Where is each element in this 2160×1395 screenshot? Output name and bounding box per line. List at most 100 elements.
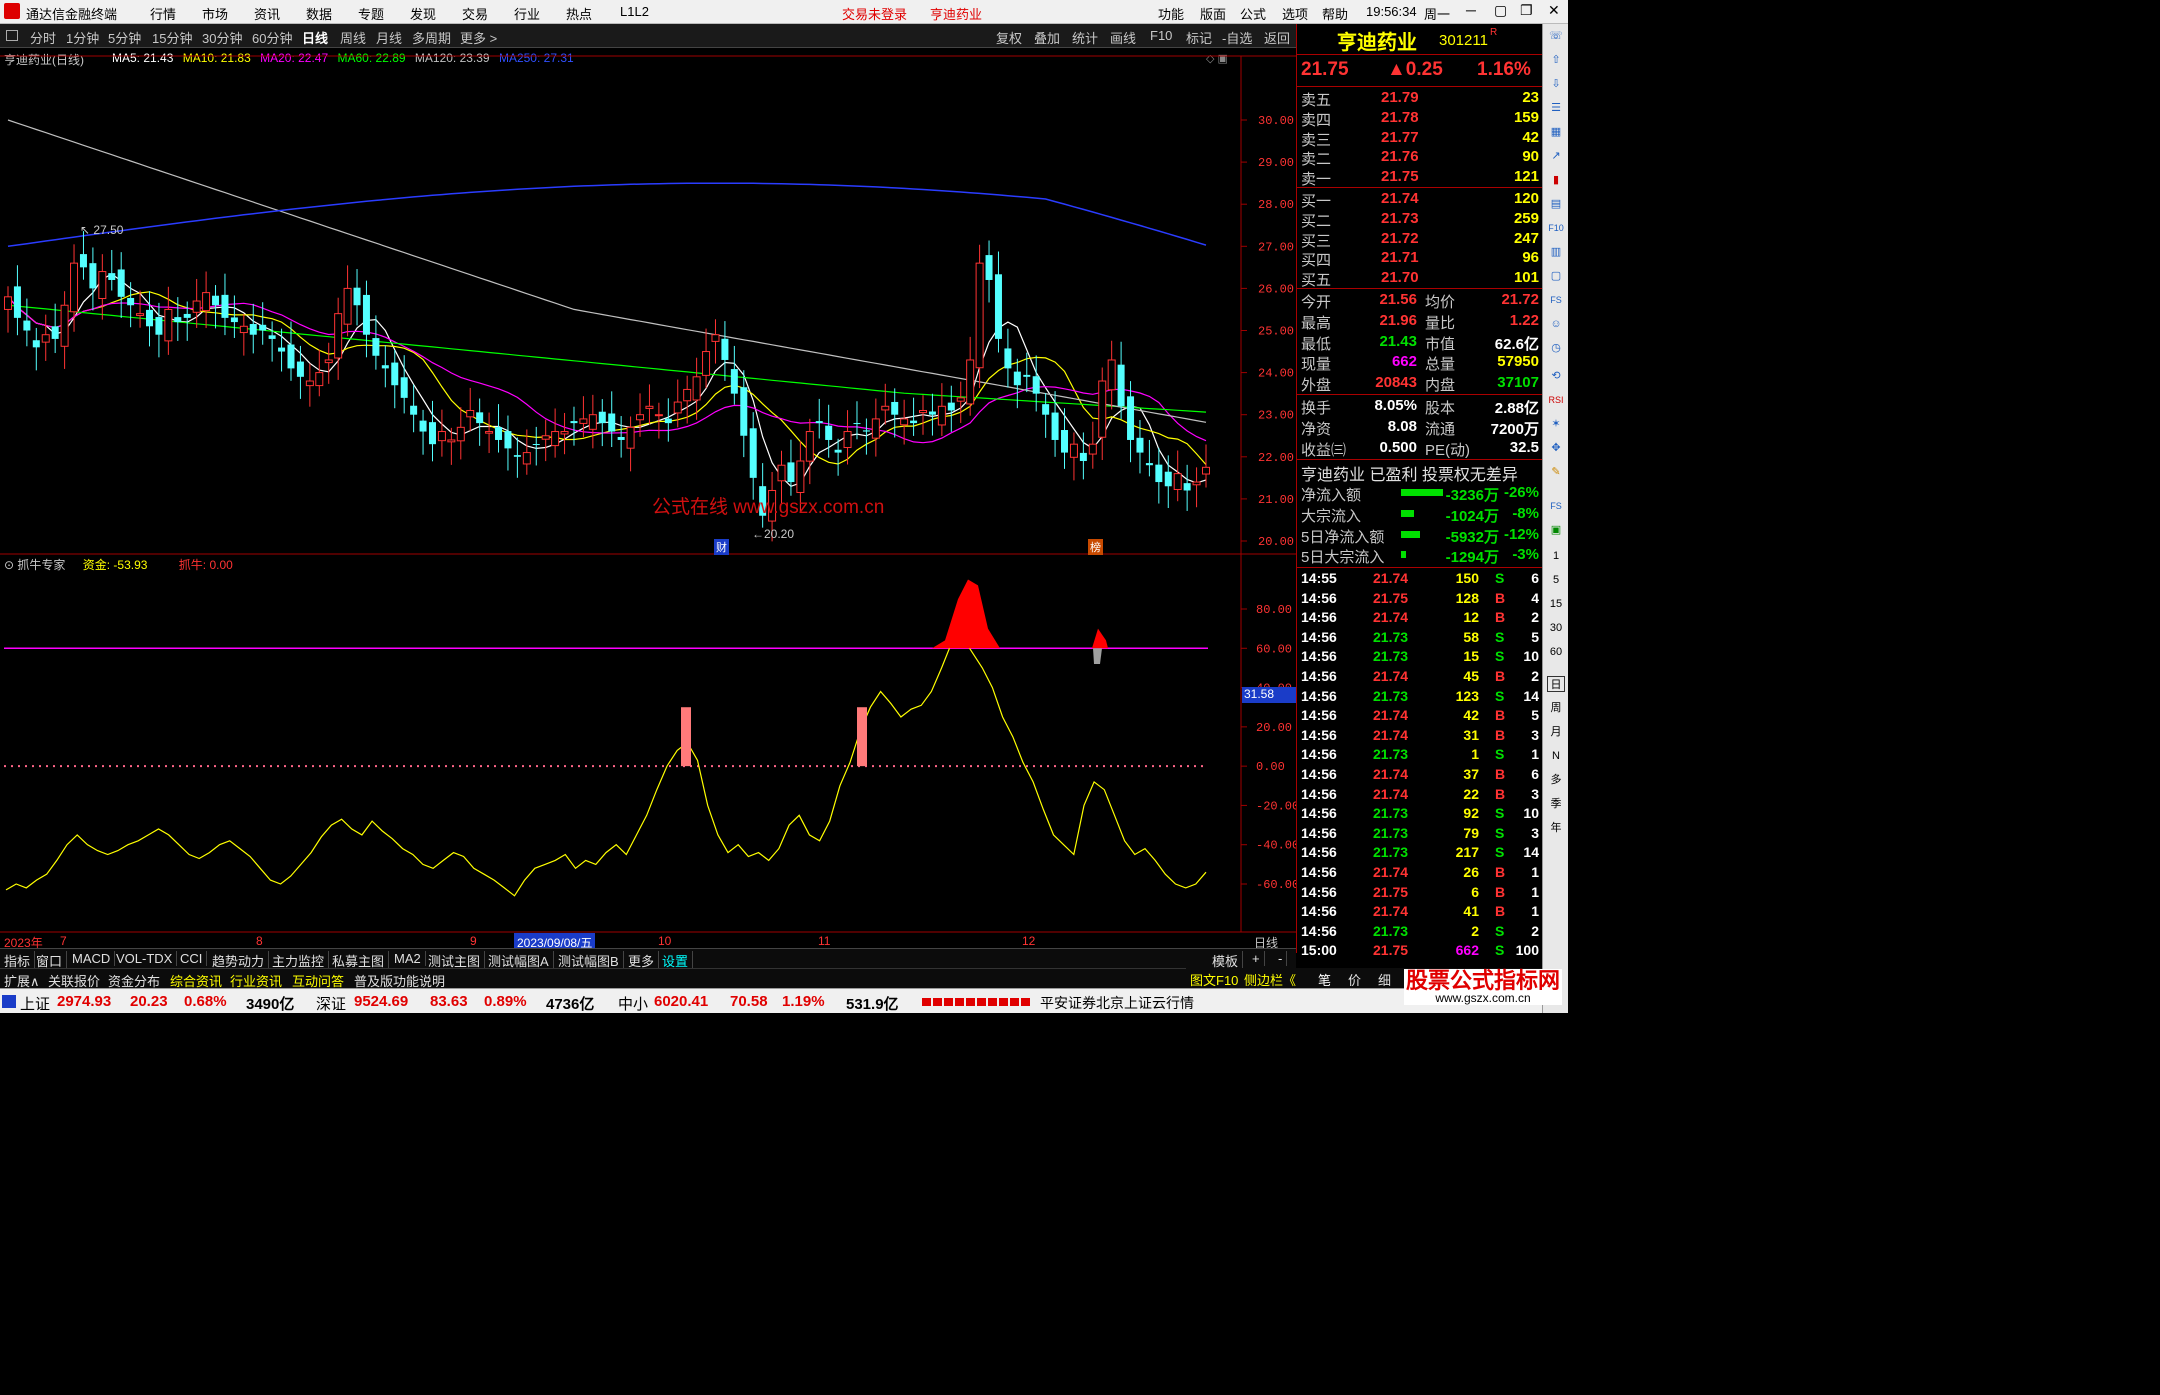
grid-icon[interactable]: ▦	[1547, 124, 1565, 140]
period-month[interactable]: 月	[1547, 724, 1565, 740]
period-tab[interactable]: 周线	[340, 28, 366, 47]
price-tab[interactable]: 价	[1348, 970, 1361, 989]
period-year[interactable]: 年	[1547, 820, 1565, 836]
menu-item[interactable]: 行情	[150, 4, 176, 23]
period-tab[interactable]: 30分钟	[202, 28, 242, 47]
remove-button[interactable]: -	[1278, 951, 1288, 966]
period-tab-selected[interactable]: 日线	[302, 28, 328, 47]
menu-item[interactable]: 热点	[566, 4, 592, 23]
user-icon[interactable]: ☺	[1547, 316, 1565, 332]
chart-area[interactable]: 亨迪药业(日线) MA5: 21.43 MA10: 21.83 MA20: 22…	[0, 48, 1296, 953]
stock-tags[interactable]: 亨迪药业 已盈利 投票权无差异	[1301, 461, 1518, 485]
index-name[interactable]: 中小	[618, 993, 648, 1014]
rsi-icon[interactable]: RSI	[1547, 392, 1565, 408]
f10-text-link[interactable]: 图文F10	[1190, 970, 1238, 989]
maximize-icon[interactable]: ❐	[1520, 2, 1533, 19]
arrow-down-icon[interactable]: ⇩	[1547, 76, 1565, 92]
clock-icon[interactable]: ◷	[1547, 340, 1565, 356]
sidebar-toggle[interactable]: 侧边栏《	[1244, 970, 1296, 989]
panel-divider	[1297, 54, 1543, 55]
indicator-tab[interactable]: CCI	[180, 951, 208, 966]
close-icon[interactable]: ✕	[1548, 2, 1560, 19]
panel-toggle-icon[interactable]	[6, 30, 18, 41]
table-icon[interactable]: ▤	[1547, 196, 1565, 212]
period-n[interactable]: N	[1547, 748, 1565, 764]
pen-icon[interactable]: ✎	[1547, 464, 1565, 480]
menu-item[interactable]: 资讯	[254, 4, 280, 23]
trend-icon[interactable]: ↗	[1547, 148, 1565, 164]
period-tab[interactable]: 1分钟	[66, 28, 99, 47]
tool-button[interactable]: 统计	[1072, 28, 1098, 47]
f10-icon[interactable]: F10	[1547, 220, 1565, 236]
period-15[interactable]: 15	[1547, 596, 1565, 612]
menu-item[interactable]: 选项	[1282, 4, 1308, 23]
period-tab[interactable]: 5分钟	[108, 28, 141, 47]
candle-icon[interactable]: ▮	[1547, 172, 1565, 188]
indicator-tab[interactable]: MACD	[72, 951, 116, 966]
indicator-tab[interactable]: VOL-TDX	[116, 951, 178, 966]
star-icon[interactable]: ✶	[1547, 416, 1565, 432]
tool-button[interactable]: 返回	[1264, 28, 1290, 47]
period-week[interactable]: 周	[1547, 700, 1565, 716]
menu-item[interactable]: 交易	[462, 4, 488, 23]
tick-count: 1	[1531, 746, 1539, 763]
arrow-up-icon[interactable]: ⇧	[1547, 52, 1565, 68]
indicator-tab[interactable]: MA2	[394, 951, 426, 966]
tool-button[interactable]: 画线	[1110, 28, 1136, 47]
index-name[interactable]: 深证	[316, 993, 346, 1014]
minimize-icon[interactable]: ─	[1466, 2, 1476, 18]
period-tab[interactable]: 更多 >	[460, 28, 497, 47]
phone-icon[interactable]: ☏	[1547, 28, 1565, 44]
trade-status[interactable]: 交易未登录	[842, 4, 907, 23]
menu-item[interactable]: 帮助	[1322, 4, 1348, 23]
fs2-icon[interactable]: FS	[1547, 498, 1565, 514]
restore-icon[interactable]: ▢	[1494, 2, 1507, 19]
period-tab[interactable]: 分时	[30, 28, 56, 47]
document-icon[interactable]: ▢	[1547, 268, 1565, 284]
tool-button[interactable]: F10	[1150, 28, 1172, 43]
finance-marker[interactable]: 财	[714, 539, 729, 555]
menu-item[interactable]: 市场	[202, 4, 228, 23]
kline-chart[interactable]: 30.00 29.00 28.00 27.00 26.00 25.00 24.00 23.00…	[0, 48, 1296, 953]
period-tab[interactable]: 60分钟	[252, 28, 292, 47]
menu-item[interactable]: 数据	[306, 4, 332, 23]
index-name[interactable]: 上证	[20, 993, 50, 1014]
list-icon[interactable]: ☰	[1547, 100, 1565, 116]
sync-icon[interactable]: ⟲	[1547, 368, 1565, 384]
server-name[interactable]: 平安证券北京上证云行情	[1040, 993, 1194, 1013]
move-icon[interactable]: ✥	[1547, 440, 1565, 456]
tool-button[interactable]: -自选	[1222, 28, 1252, 47]
period-day[interactable]: 日	[1547, 676, 1565, 692]
chart-icon[interactable]: ▣	[1547, 522, 1565, 538]
ask-price: 21.78	[1381, 108, 1419, 126]
tool-button[interactable]: 标记	[1186, 28, 1212, 47]
period-tab[interactable]: 多周期	[412, 28, 451, 47]
menu-item[interactable]: 发现	[410, 4, 436, 23]
menu-item[interactable]: 功能	[1158, 4, 1184, 23]
tool-button[interactable]: 叠加	[1034, 28, 1060, 47]
news-icon[interactable]: ▥	[1547, 244, 1565, 260]
menu-item[interactable]: 版面	[1200, 4, 1226, 23]
status-icon[interactable]	[2, 995, 16, 1008]
period-60[interactable]: 60	[1547, 644, 1565, 660]
menu-item[interactable]: 公式	[1240, 4, 1266, 23]
tick-tab[interactable]: 笔	[1318, 970, 1331, 989]
sub-chart-dropdown-icon[interactable]: ⊙	[4, 558, 17, 572]
menu-item[interactable]: 行业	[514, 4, 540, 23]
stat-value: 0.500	[1379, 438, 1417, 456]
rank-marker[interactable]: 榜	[1088, 539, 1103, 555]
fs-icon[interactable]: FS	[1547, 292, 1565, 308]
menu-item[interactable]: L1L2	[620, 4, 649, 19]
period-tab[interactable]: 15分钟	[152, 28, 192, 47]
period-30[interactable]: 30	[1547, 620, 1565, 636]
tool-button[interactable]: 复权	[996, 28, 1022, 47]
add-button[interactable]: +	[1252, 951, 1265, 966]
menu-item[interactable]: 专题	[358, 4, 384, 23]
period-5[interactable]: 5	[1547, 572, 1565, 588]
detail-tab[interactable]: 细	[1378, 970, 1391, 989]
period-quarter[interactable]: 季	[1547, 796, 1565, 812]
period-1[interactable]: 1	[1547, 548, 1565, 564]
period-tab[interactable]: 月线	[376, 28, 402, 47]
candle-body	[1117, 364, 1125, 407]
period-multi[interactable]: 多	[1547, 772, 1565, 788]
